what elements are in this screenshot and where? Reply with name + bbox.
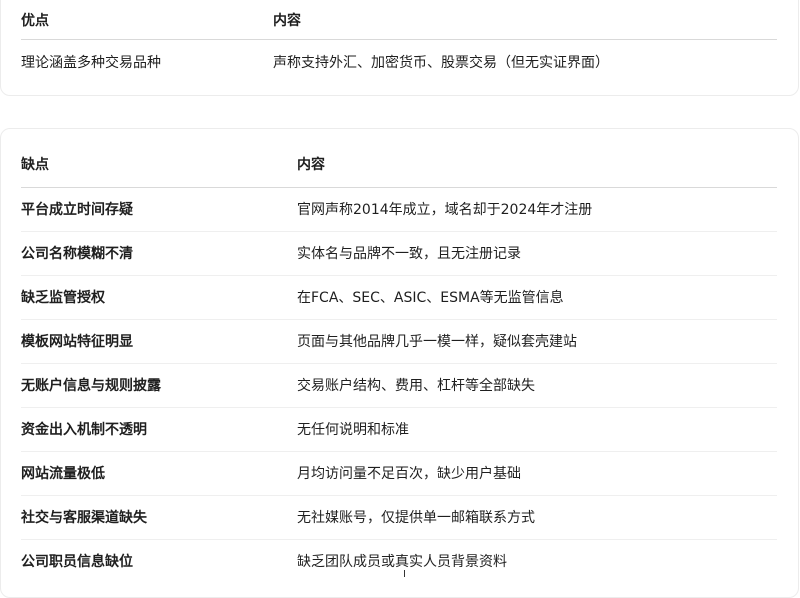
con-content: 月均访问量不足百次，缺少用户基础: [297, 466, 521, 482]
table-row: 平台成立时间存疑 官网声称2014年成立，域名却于2024年才注册: [21, 187, 777, 231]
con-content: 实体名与品牌不一致，且无注册记录: [297, 246, 521, 262]
cons-header-con: 缺点: [21, 156, 49, 173]
pros-header-pro: 优点: [21, 12, 49, 29]
table-row: 模板网站特征明显 页面与其他品牌几乎一模一样，疑似套壳建站: [21, 319, 777, 363]
con-content: 官网声称2014年成立，域名却于2024年才注册: [297, 202, 593, 218]
table-row: 无账户信息与规则披露 交易账户结构、费用、杠杆等全部缺失: [21, 363, 777, 407]
table-row: 社交与客服渠道缺失 无社媒账号，仅提供单一邮箱联系方式: [21, 495, 777, 539]
con-label: 平台成立时间存疑: [21, 202, 133, 218]
cons-header-content: 内容: [297, 156, 325, 173]
con-label: 社交与客服渠道缺失: [21, 510, 147, 526]
cons-table: 缺点 内容 平台成立时间存疑 官网声称2014年成立，域名却于2024年才注册 …: [21, 141, 777, 583]
con-content: 无任何说明和标准: [297, 422, 409, 438]
pros-header-content: 内容: [273, 12, 301, 29]
con-label: 网站流量极低: [21, 466, 105, 482]
table-row: 缺乏监管授权 在FCA、SEC、ASIC、ESMA等无监管信息: [21, 275, 777, 319]
con-content: 在FCA、SEC、ASIC、ESMA等无监管信息: [297, 290, 564, 306]
con-label: 公司职员信息缺位: [21, 554, 133, 571]
table-row: 资金出入机制不透明 无任何说明和标准: [21, 407, 777, 451]
pro-content: 声称支持外汇、加密货币、股票交易（但无实证界面）: [273, 54, 609, 71]
con-label: 模板网站特征明显: [21, 334, 133, 350]
con-content: 交易账户结构、费用、杠杆等全部缺失: [297, 378, 535, 394]
pros-card: 优点 内容 理论涵盖多种交易品种 声称支持外汇、加密货币、股票交易（但无实证界面…: [0, 0, 799, 96]
table-row: 理论涵盖多种交易品种 声称支持外汇、加密货币、股票交易（但无实证界面）: [21, 39, 777, 84]
con-content: 缺乏团队成员或真实人员背景资料: [297, 554, 507, 571]
con-content: 无社媒账号，仅提供单一邮箱联系方式: [297, 510, 535, 526]
cons-card: 缺点 内容 平台成立时间存疑 官网声称2014年成立，域名却于2024年才注册 …: [0, 128, 799, 598]
table-row: 公司职员信息缺位 缺乏团队成员或真实人员背景资料: [21, 539, 777, 583]
con-label: 公司名称模糊不清: [21, 246, 133, 262]
pro-label: 理论涵盖多种交易品种: [21, 54, 161, 71]
table-row: 公司名称模糊不清 实体名与品牌不一致，且无注册记录: [21, 231, 777, 275]
pros-table: 优点 内容 理论涵盖多种交易品种 声称支持外汇、加密货币、股票交易（但无实证界面…: [21, 1, 777, 84]
con-label: 资金出入机制不透明: [21, 422, 147, 438]
pros-header-row: 优点 内容: [21, 1, 777, 39]
cons-header-row: 缺点 内容: [21, 141, 777, 187]
text-cursor-icon: [404, 570, 405, 577]
con-label: 无账户信息与规则披露: [21, 378, 161, 394]
con-content: 页面与其他品牌几乎一模一样，疑似套壳建站: [297, 334, 577, 350]
con-label: 缺乏监管授权: [21, 290, 105, 306]
table-row: 网站流量极低 月均访问量不足百次，缺少用户基础: [21, 451, 777, 495]
